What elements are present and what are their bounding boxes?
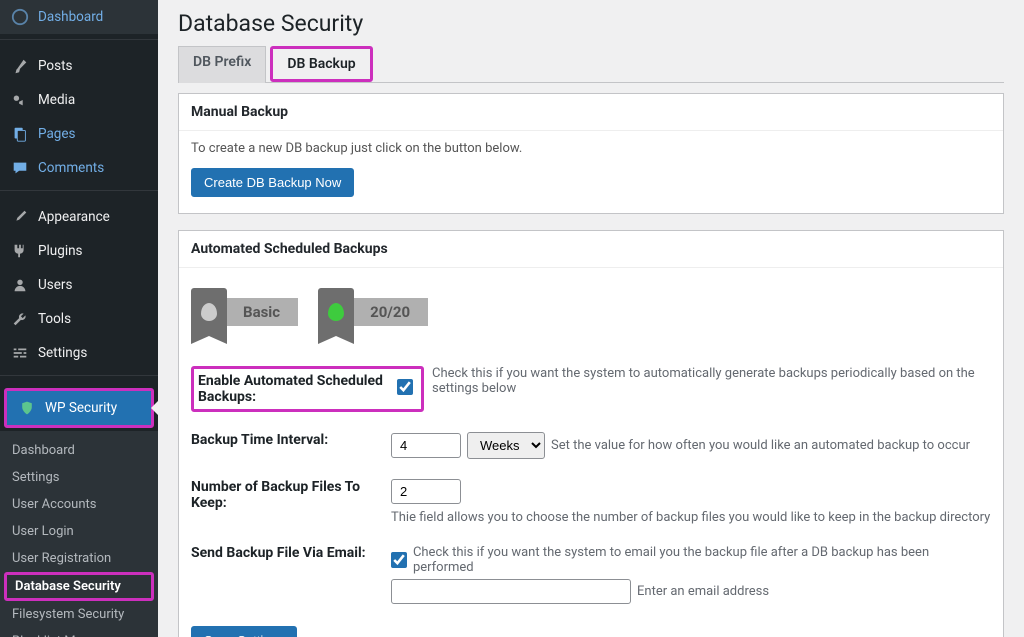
badge-score: 20/20 (318, 288, 428, 336)
shield-icon (17, 398, 37, 418)
main-content: Database Security DB Prefix DB Backup Ma… (158, 0, 1024, 637)
save-settings-button[interactable]: Save Settings (191, 626, 297, 637)
tab-db-backup[interactable]: DB Backup (273, 49, 369, 79)
submenu-settings[interactable]: Settings (0, 464, 158, 491)
backup-keep-label: Number of Backup Files To Keep: (191, 479, 391, 511)
menu-separator (0, 39, 158, 44)
backup-interval-input[interactable] (391, 433, 461, 458)
sliders-icon (10, 343, 30, 363)
pages-icon (10, 124, 30, 144)
enable-auto-backup-label: Enable Automated Scheduled Backups: (194, 369, 389, 409)
sidebar-item-tools[interactable]: Tools (0, 302, 158, 336)
sidebar-item-plugins[interactable]: Plugins (0, 234, 158, 268)
submenu-user-registration[interactable]: User Registration (0, 545, 158, 572)
brush-icon (10, 207, 30, 227)
manual-backup-panel: Manual Backup To create a new DB backup … (178, 93, 1004, 214)
page-title: Database Security (178, 10, 1004, 46)
sidebar-label: Tools (38, 311, 71, 327)
media-icon (10, 90, 30, 110)
shield-icon (318, 288, 354, 336)
auto-backup-panel: Automated Scheduled Backups Basic 20/20 … (178, 230, 1004, 637)
admin-sidebar: Dashboard Posts Media Pages Comments App… (0, 0, 158, 637)
create-db-backup-button[interactable]: Create DB Backup Now (191, 168, 354, 197)
tabs-nav: DB Prefix DB Backup (178, 46, 1004, 83)
sidebar-label: Appearance (38, 209, 110, 225)
backup-keep-input[interactable] (391, 479, 461, 504)
menu-separator (0, 190, 158, 195)
sidebar-item-comments[interactable]: Comments (0, 151, 158, 185)
backup-email-checkbox[interactable] (391, 552, 407, 568)
backup-interval-unit-select[interactable]: Weeks (467, 432, 545, 459)
sidebar-label: Users (38, 277, 72, 293)
backup-email-label: Send Backup File Via Email: (191, 545, 391, 561)
submenu-dashboard[interactable]: Dashboard (0, 437, 158, 464)
sidebar-label: WP Security (45, 400, 117, 416)
sidebar-item-dashboard[interactable]: Dashboard (0, 0, 158, 34)
sidebar-item-appearance[interactable]: Appearance (0, 200, 158, 234)
submenu-user-login[interactable]: User Login (0, 518, 158, 545)
manual-backup-desc: To create a new DB backup just click on … (191, 141, 991, 156)
backup-interval-label: Backup Time Interval: (191, 432, 391, 448)
user-icon (10, 275, 30, 295)
backup-email-helper: Enter an email address (637, 584, 769, 599)
wrench-icon (10, 309, 30, 329)
security-badges: Basic 20/20 (191, 288, 991, 336)
backup-email-desc: Check this if you want the system to ema… (413, 545, 991, 575)
submenu-user-accounts[interactable]: User Accounts (0, 491, 158, 518)
tab-db-prefix[interactable]: DB Prefix (178, 46, 266, 83)
dashboard-icon (10, 7, 30, 27)
sidebar-item-settings[interactable]: Settings (0, 336, 158, 370)
wp-security-submenu: Dashboard Settings User Accounts User Lo… (0, 431, 158, 637)
sidebar-item-users[interactable]: Users (0, 268, 158, 302)
sidebar-label: Pages (38, 126, 76, 142)
manual-backup-heading: Manual Backup (179, 94, 1003, 131)
backup-email-input[interactable] (391, 579, 631, 604)
submenu-filesystem-security[interactable]: Filesystem Security (0, 601, 158, 628)
sidebar-label: Posts (38, 58, 72, 74)
sidebar-item-pages[interactable]: Pages (0, 117, 158, 151)
badge-label: Basic (225, 298, 298, 326)
sidebar-label: Media (38, 92, 75, 108)
sidebar-label: Dashboard (38, 9, 103, 25)
menu-separator (0, 375, 158, 380)
backup-interval-desc: Set the value for how often you would li… (551, 438, 970, 453)
auto-backup-heading: Automated Scheduled Backups (179, 231, 1003, 268)
pin-icon (10, 56, 30, 76)
plug-icon (10, 241, 30, 261)
sidebar-label: Comments (38, 160, 104, 176)
sidebar-item-wp-security[interactable]: WP Security (7, 391, 151, 425)
submenu-blacklist-manager[interactable]: Blacklist Manager (0, 628, 158, 637)
badge-label: 20/20 (352, 298, 428, 326)
badge-basic: Basic (191, 288, 298, 336)
enable-auto-backup-desc: Check this if you want the system to aut… (432, 366, 991, 396)
sidebar-item-media[interactable]: Media (0, 83, 158, 117)
shield-icon (191, 288, 227, 336)
backup-keep-desc: Thie field allows you to choose the numb… (391, 510, 990, 525)
submenu-database-security[interactable]: Database Security (7, 575, 151, 598)
comments-icon (10, 158, 30, 178)
sidebar-item-posts[interactable]: Posts (0, 49, 158, 83)
enable-auto-backup-checkbox[interactable] (397, 379, 413, 395)
sidebar-label: Settings (38, 345, 87, 361)
sidebar-label: Plugins (38, 243, 83, 259)
